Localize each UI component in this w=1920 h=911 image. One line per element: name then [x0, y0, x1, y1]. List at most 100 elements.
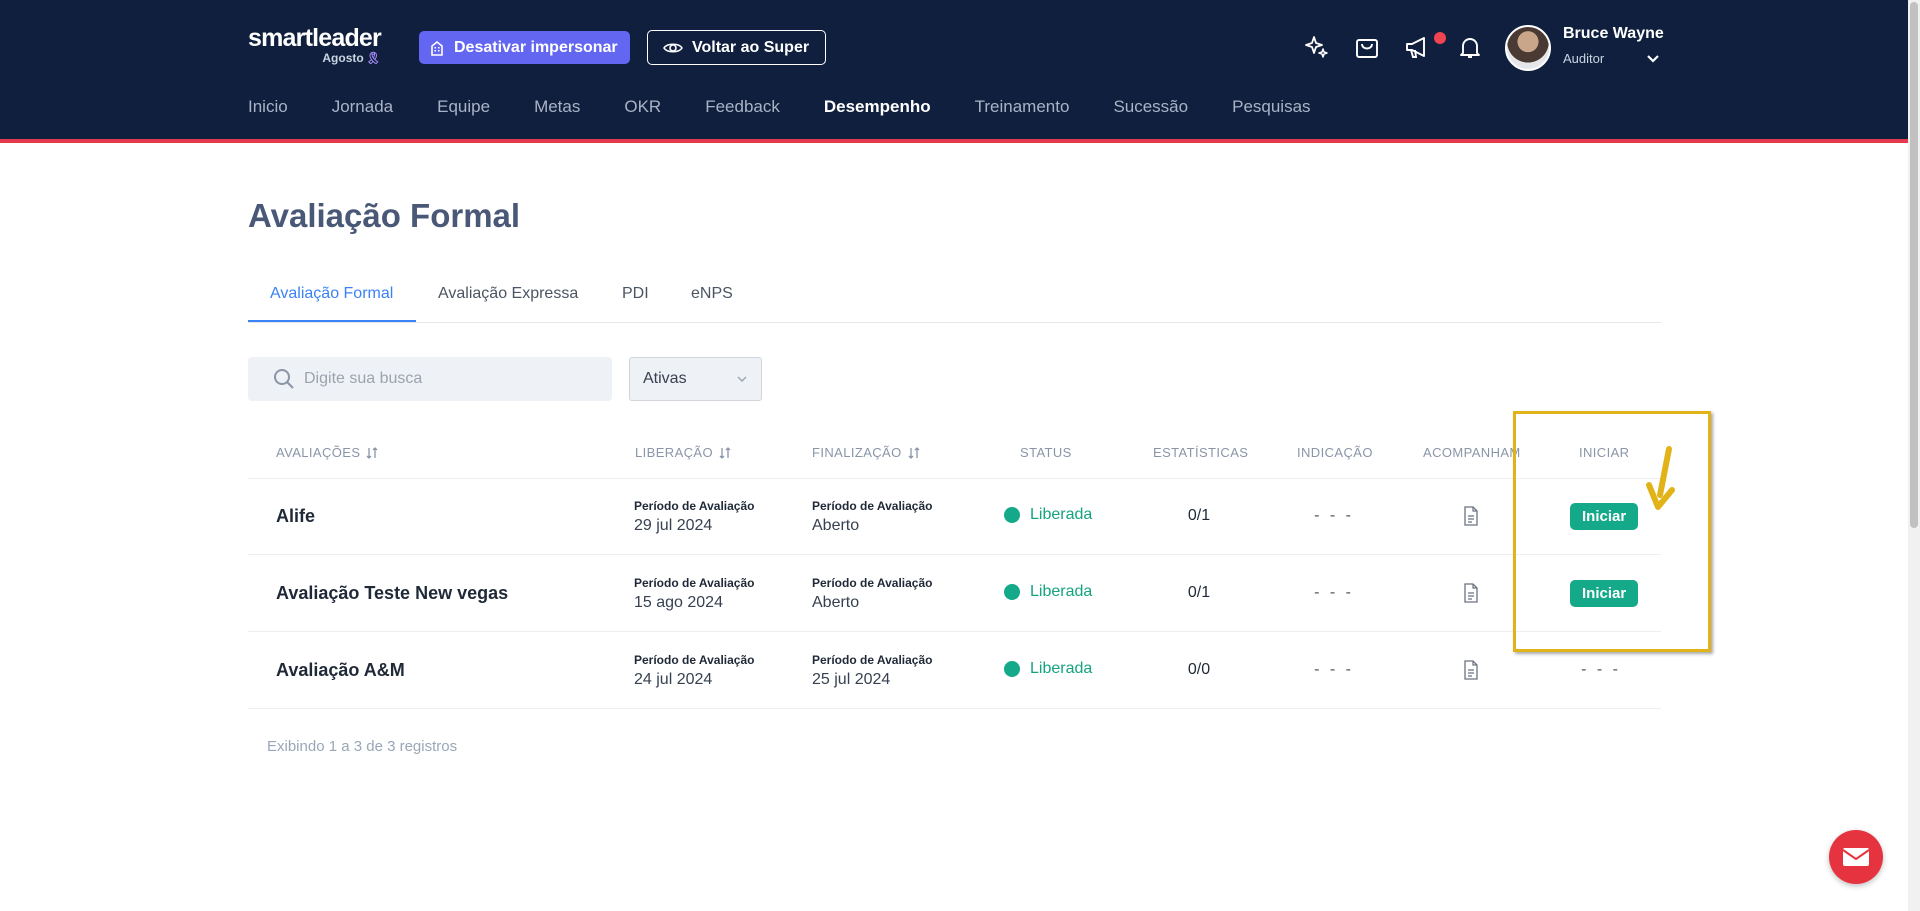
document-icon[interactable]	[1462, 660, 1480, 680]
release-label: Período de Avaliação	[634, 499, 755, 513]
end-label: Período de Avaliação	[812, 576, 933, 590]
disable-impersonate-label: Desativar impersonar	[454, 38, 618, 56]
indication-value: - - -	[1314, 584, 1354, 601]
end-date: Aberto	[812, 594, 860, 611]
document-icon[interactable]	[1462, 583, 1480, 603]
status-badge: Liberada	[1004, 506, 1092, 524]
start-unavailable: - - -	[1581, 661, 1621, 678]
status-label: Liberada	[1030, 660, 1093, 677]
statistics-value: 0/1	[1187, 507, 1211, 524]
nav-item-equipe[interactable]: Equipe	[437, 97, 490, 117]
megaphone-icon[interactable]	[1404, 33, 1432, 61]
th-indicacao-label: INDICAÇÃO	[1297, 445, 1373, 460]
table-row: Alife Período de Avaliação 29 jul 2024 P…	[248, 478, 1661, 555]
release-date: 24 jul 2024	[634, 671, 713, 688]
nav-item-metas[interactable]: Metas	[534, 97, 580, 117]
chevron-down-icon	[737, 376, 747, 382]
th-liberacao-label: LIBERAÇÃO	[635, 445, 714, 460]
chevron-down-icon[interactable]	[1645, 50, 1661, 66]
status-label: Liberada	[1030, 583, 1093, 600]
sort-icon	[719, 446, 731, 459]
indication-value: - - -	[1314, 661, 1354, 678]
arrow-down-icon	[1646, 446, 1675, 510]
status-dot-icon	[1004, 507, 1020, 523]
status-badge: Liberada	[1004, 583, 1092, 601]
status-badge: Liberada	[1004, 660, 1092, 678]
nav-item-inicio[interactable]: Inicio	[248, 97, 288, 117]
status-filter-select[interactable]: Ativas	[629, 357, 762, 401]
envelope-icon	[1842, 848, 1870, 866]
tab-avaliacao-expressa[interactable]: Avaliação Expressa	[438, 285, 578, 303]
end-date: Aberto	[812, 517, 860, 534]
th-finalizacao-label: FINALIZAÇÃO	[812, 445, 902, 460]
logo-month-label: Agosto	[322, 51, 364, 65]
tab-enps[interactable]: eNPS	[691, 285, 733, 303]
row-evaluation-name[interactable]: Alife	[276, 506, 315, 527]
back-to-super-label: Voltar ao Super	[692, 38, 810, 56]
statistics-value: 0/0	[1187, 661, 1211, 678]
support-chat-button[interactable]	[1829, 830, 1883, 884]
tabs-bar: Avaliação Formal Avaliação Expressa PDI …	[248, 274, 1661, 323]
search-input[interactable]	[304, 370, 604, 388]
th-acompanhamento-label: ACOMPANHAM	[1423, 445, 1521, 460]
th-avaliacoes-label: AVALIAÇÕES	[276, 445, 361, 460]
status-label: Liberada	[1030, 506, 1093, 523]
statistics-value: 0/1	[1187, 584, 1211, 601]
th-estatisticas: ESTATÍSTICAS	[1153, 445, 1248, 460]
th-acompanhamento: ACOMPANHAM	[1423, 445, 1521, 460]
status-filter-value: Ativas	[643, 370, 687, 387]
table-row: Avaliação A&M Período de Avaliação 24 ju…	[248, 632, 1661, 709]
nav-item-feedback[interactable]: Feedback	[705, 97, 780, 117]
header-accent-line	[0, 139, 1908, 143]
tab-pdi[interactable]: PDI	[622, 285, 649, 303]
top-header	[0, 0, 1908, 139]
bell-icon[interactable]	[1456, 33, 1484, 61]
th-liberacao[interactable]: LIBERAÇÃO	[635, 445, 731, 460]
pagination-info: Exibindo 1 a 3 de 3 registros	[267, 738, 458, 755]
page-title: Avaliação Formal	[248, 197, 521, 234]
logo-month: Agosto 🎗	[322, 51, 381, 65]
user-name[interactable]: Bruce Wayne	[1563, 25, 1664, 43]
scrollbar-thumb[interactable]	[1910, 2, 1918, 528]
main-nav: Inicio Jornada Equipe Metas OKR Feedback…	[248, 97, 1355, 117]
end-date: 25 jul 2024	[812, 671, 891, 688]
row-evaluation-name[interactable]: Avaliação A&M	[276, 660, 405, 681]
sort-icon	[366, 446, 378, 459]
status-dot-icon	[1004, 584, 1020, 600]
nav-item-treinamento[interactable]: Treinamento	[975, 97, 1070, 117]
app-logo[interactable]: smartleader Agosto 🎗	[248, 24, 382, 66]
highlight-box	[1513, 411, 1711, 652]
user-avatar[interactable]	[1505, 25, 1551, 71]
logo-name: smartleader	[248, 24, 382, 52]
th-estatisticas-label: ESTATÍSTICAS	[1153, 445, 1249, 460]
release-label: Período de Avaliação	[634, 576, 755, 590]
shopping-bag-icon[interactable]	[1353, 33, 1381, 61]
disable-impersonate-button[interactable]: Desativar impersonar	[419, 31, 630, 64]
active-tab-indicator	[248, 320, 416, 322]
sort-icon	[908, 446, 920, 459]
nav-item-desempenho[interactable]: Desempenho	[824, 97, 931, 117]
document-icon[interactable]	[1462, 506, 1480, 526]
notification-dot	[1434, 32, 1446, 44]
end-label: Período de Avaliação	[812, 653, 933, 667]
table-row: Avaliação Teste New vegas Período de Ava…	[248, 555, 1661, 632]
building-icon	[431, 40, 443, 56]
row-evaluation-name[interactable]: Avaliação Teste New vegas	[276, 583, 508, 604]
release-label: Período de Avaliação	[634, 653, 755, 667]
th-finalizacao[interactable]: FINALIZAÇÃO	[812, 445, 920, 460]
release-date: 15 ago 2024	[634, 594, 723, 611]
ribbon-icon: 🎗	[365, 51, 381, 65]
nav-item-sucessao[interactable]: Sucessão	[1113, 97, 1188, 117]
eye-icon	[663, 42, 683, 53]
nav-item-pesquisas[interactable]: Pesquisas	[1232, 97, 1310, 117]
tab-avaliacao-formal[interactable]: Avaliação Formal	[270, 285, 393, 303]
th-avaliacoes[interactable]: AVALIAÇÕES	[276, 445, 378, 460]
sparkles-icon[interactable]	[1302, 33, 1330, 61]
search-box[interactable]	[248, 357, 612, 401]
nav-item-jornada[interactable]: Jornada	[332, 97, 393, 117]
status-dot-icon	[1004, 661, 1020, 677]
th-indicacao: INDICAÇÃO	[1297, 445, 1373, 460]
th-status-label: STATUS	[1020, 445, 1072, 460]
back-to-super-button[interactable]: Voltar ao Super	[647, 30, 827, 65]
nav-item-okr[interactable]: OKR	[624, 97, 661, 117]
